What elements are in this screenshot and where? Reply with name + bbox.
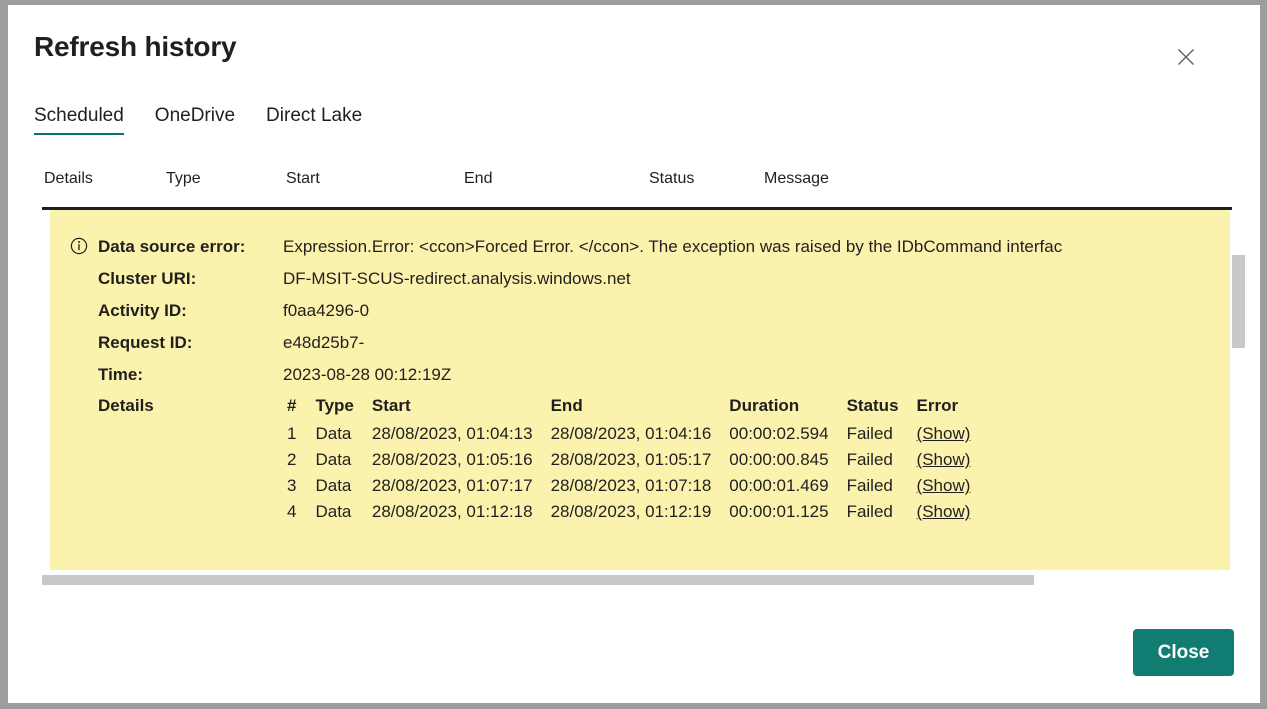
tab-onedrive[interactable]: OneDrive: [155, 105, 235, 135]
col-number: #: [287, 396, 297, 415]
cell-type: Data: [315, 424, 352, 443]
field-label: Cluster URI:: [98, 269, 197, 288]
cell-error: (Show): [908, 422, 980, 448]
cell-duration: 00:00:00.845: [729, 450, 829, 469]
column-header-message: Message: [764, 170, 829, 187]
field-value: 2023-08-28 00:12:19Z: [283, 365, 452, 384]
close-icon[interactable]: [1170, 41, 1202, 73]
close-button[interactable]: Close: [1133, 629, 1234, 676]
cell-error: (Show): [908, 448, 980, 474]
tab-list: Scheduled OneDrive Direct Lake: [34, 105, 393, 135]
cell-status: Failed: [846, 502, 893, 521]
cell-type: Data: [315, 476, 352, 495]
page-title: Refresh history: [34, 31, 237, 62]
field-label: Activity ID:: [98, 301, 187, 320]
show-error-link[interactable]: (Show): [917, 424, 971, 443]
column-header-end: End: [464, 170, 493, 187]
dialog-header: Refresh history: [8, 5, 1260, 97]
column-header-start: Start: [286, 170, 320, 187]
details-label: Details: [98, 396, 154, 415]
col-duration: Duration: [729, 396, 800, 415]
cell-status: Failed: [846, 424, 893, 443]
table-row: 4 Data 28/08/2023, 01:12:18 28/08/2023, …: [283, 500, 979, 526]
cell-start: 28/08/2023, 01:04:13: [371, 424, 533, 443]
table-column-headers: Details Type Start End Status Message: [34, 170, 1234, 208]
cell-status: Failed: [846, 476, 893, 495]
table-row: 3 Data 28/08/2023, 01:07:17 28/08/2023, …: [283, 474, 979, 500]
field-time: Time: 2023-08-28 00:12:19Z: [98, 365, 451, 397]
field-cluster-uri: Cluster URI: DF-MSIT-SCUS-redirect.analys…: [98, 269, 631, 301]
field-value: e48d25b7-: [283, 333, 365, 352]
cell-number: 1: [287, 424, 297, 443]
cell-end: 28/08/2023, 01:07:18: [550, 476, 712, 495]
error-detail-panel: Data source error: Expression.Error: <cco…: [50, 210, 1230, 570]
cell-duration: 00:00:01.469: [729, 476, 829, 495]
table-row: 1 Data 28/08/2023, 01:04:13 28/08/2023, …: [283, 422, 979, 448]
horizontal-scrollbar-thumb[interactable]: [42, 575, 1034, 585]
cell-type: Data: [315, 502, 352, 521]
field-request-id: Request ID: e48d25b7-: [98, 333, 364, 365]
cell-error: (Show): [908, 500, 980, 526]
column-header-type: Type: [166, 170, 201, 187]
cell-start: 28/08/2023, 01:07:17: [371, 476, 533, 495]
cell-error: (Show): [908, 474, 980, 500]
cell-duration: 00:00:02.594: [729, 424, 829, 443]
cell-end: 28/08/2023, 01:12:19: [550, 502, 712, 521]
refresh-attempts-table: # Type Start End Duration Status Error 1…: [283, 396, 979, 526]
cell-number: 2: [287, 450, 297, 469]
table-header-row: # Type Start End Duration Status Error: [283, 396, 979, 422]
cell-duration: 00:00:01.125: [729, 502, 829, 521]
cell-number: 3: [287, 476, 297, 495]
show-error-link[interactable]: (Show): [917, 476, 971, 495]
vertical-scrollbar-thumb[interactable]: [1232, 255, 1245, 348]
field-activity-id: Activity ID: f0aa4296-0: [98, 301, 369, 333]
tab-scheduled[interactable]: Scheduled: [34, 105, 124, 135]
field-value: Expression.Error: <ccon>Forced Error. </…: [283, 237, 1063, 256]
field-value: DF-MSIT-SCUS-redirect.analysis.windows.n…: [283, 269, 631, 288]
cell-type: Data: [315, 450, 352, 469]
col-start: Start: [371, 396, 411, 415]
show-error-link[interactable]: (Show): [917, 502, 971, 521]
cell-start: 28/08/2023, 01:05:16: [371, 450, 533, 469]
col-type: Type: [315, 396, 354, 415]
field-label: Request ID:: [98, 333, 193, 352]
info-circle-icon: [70, 237, 88, 255]
col-status: Status: [846, 396, 899, 415]
field-value: f0aa4296-0: [283, 301, 370, 320]
field-label: Data source error:: [98, 237, 246, 256]
cell-end: 28/08/2023, 01:05:17: [550, 450, 712, 469]
col-end: End: [550, 396, 583, 415]
cell-start: 28/08/2023, 01:12:18: [371, 502, 533, 521]
field-label: Time:: [98, 365, 144, 384]
field-data-source-error: Data source error: Expression.Error: <cco…: [98, 237, 1062, 269]
cell-end: 28/08/2023, 01:04:16: [550, 424, 712, 443]
col-error: Error: [916, 396, 959, 415]
column-header-status: Status: [649, 170, 695, 187]
column-header-details: Details: [44, 170, 93, 187]
cell-status: Failed: [846, 450, 893, 469]
cell-number: 4: [287, 502, 297, 521]
table-row: 2 Data 28/08/2023, 01:05:16 28/08/2023, …: [283, 448, 979, 474]
tab-direct-lake[interactable]: Direct Lake: [266, 105, 362, 135]
refresh-history-dialog: Refresh history Scheduled OneDrive Direc…: [8, 5, 1260, 703]
show-error-link[interactable]: (Show): [917, 450, 971, 469]
